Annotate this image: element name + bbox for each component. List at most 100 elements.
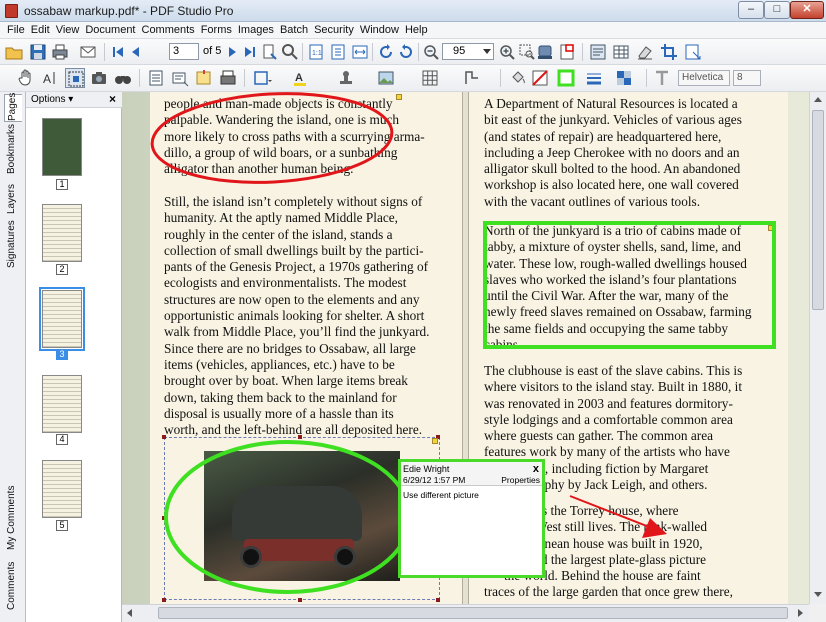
scroll-thumb[interactable]	[158, 607, 788, 619]
menu-images[interactable]: Images	[235, 22, 277, 39]
menu-document[interactable]: Document	[82, 22, 138, 39]
resize-handle[interactable]	[162, 516, 166, 520]
tab-my-comments[interactable]: My Comments	[4, 486, 22, 552]
menu-comments[interactable]: Comments	[139, 22, 198, 39]
no-fill-icon[interactable]	[530, 68, 550, 88]
print-icon[interactable]	[50, 42, 70, 62]
resize-handle[interactable]	[298, 435, 302, 439]
snapshot-icon[interactable]	[89, 68, 109, 88]
thumbnail-page-3[interactable]	[39, 287, 85, 351]
eraser-icon[interactable]	[635, 42, 655, 62]
crop-icon[interactable]	[659, 42, 679, 62]
junkyard-photo[interactable]	[204, 451, 400, 581]
line-width-icon[interactable]	[584, 68, 604, 88]
hand-tool-icon[interactable]	[16, 68, 36, 88]
resize-handle[interactable]	[298, 598, 302, 602]
resize-handle[interactable]	[436, 598, 440, 602]
stamp-icon[interactable]	[535, 42, 555, 62]
options-menu[interactable]: Options ▾	[31, 94, 73, 105]
fill-color-icon[interactable]	[508, 68, 528, 88]
resize-handle[interactable]	[162, 435, 166, 439]
maximize-button[interactable]: □	[764, 1, 790, 19]
resize-page-icon[interactable]	[683, 42, 703, 62]
border-color-icon[interactable]	[556, 68, 576, 88]
page-number-input[interactable]: 3	[169, 43, 199, 60]
save-icon[interactable]	[28, 42, 48, 62]
thumbnail-page-4[interactable]	[42, 375, 82, 433]
font-tool-icon[interactable]	[652, 68, 672, 88]
close-button[interactable]: ✕	[790, 1, 824, 19]
open-folder-icon[interactable]	[4, 42, 24, 62]
typewriter-icon[interactable]	[218, 68, 238, 88]
select-tool-icon[interactable]	[65, 68, 85, 88]
rotate-left-icon[interactable]	[376, 42, 396, 62]
thumbnail-page-5[interactable]	[42, 460, 82, 518]
note-marker-icon[interactable]	[432, 438, 438, 444]
next-page-icon[interactable]	[222, 42, 242, 62]
thumbnail-page-2[interactable]	[42, 204, 82, 262]
find-icon[interactable]	[280, 42, 300, 62]
redact-icon[interactable]	[557, 42, 577, 62]
fit-width-icon[interactable]	[350, 42, 370, 62]
email-icon[interactable]	[78, 42, 98, 62]
comment-text[interactable]: Use different picture	[403, 490, 479, 500]
table-icon[interactable]	[611, 42, 631, 62]
scroll-up-icon[interactable]	[814, 97, 822, 102]
scroll-right-icon[interactable]	[798, 609, 803, 617]
pattern-icon[interactable]	[614, 68, 634, 88]
tab-comments[interactable]: Comments	[4, 562, 22, 612]
actual-size-icon[interactable]: 1:1	[306, 42, 326, 62]
scroll-down-icon[interactable]	[814, 592, 822, 597]
zoom-select[interactable]: 95	[442, 43, 494, 60]
menu-edit[interactable]: Edit	[28, 22, 53, 39]
binoculars-icon[interactable]	[113, 68, 133, 88]
font-size-select[interactable]: 8	[733, 70, 761, 86]
minimize-button[interactable]: –	[738, 1, 764, 19]
properties-link[interactable]: Properties	[501, 475, 540, 485]
comment-popup[interactable]: Edie Wright 6/29/12 1:57 PM x Properties…	[398, 459, 545, 578]
note-list-icon[interactable]	[146, 68, 166, 88]
tab-layers[interactable]: Layers	[4, 184, 22, 216]
tab-pages[interactable]: Pages	[4, 93, 22, 122]
zoom-out-icon[interactable]	[421, 42, 441, 62]
document-properties-icon[interactable]	[588, 42, 608, 62]
menu-forms[interactable]: Forms	[198, 22, 235, 39]
menu-help[interactable]: Help	[402, 22, 431, 39]
stamp-tool-icon[interactable]	[336, 68, 356, 88]
last-page-icon[interactable]	[240, 42, 260, 62]
first-page-icon[interactable]	[108, 42, 128, 62]
horizontal-scrollbar[interactable]	[122, 604, 809, 622]
menu-window[interactable]: Window	[357, 22, 402, 39]
vertical-scrollbar[interactable]	[809, 92, 826, 604]
note-marker-icon[interactable]	[768, 225, 774, 231]
grid-icon[interactable]	[420, 68, 440, 88]
zoom-in-icon[interactable]	[497, 42, 517, 62]
note-marker-icon[interactable]	[396, 94, 402, 100]
sticky-note-icon[interactable]	[194, 68, 214, 88]
menu-batch[interactable]: Batch	[277, 22, 311, 39]
polyline-icon[interactable]	[462, 68, 482, 88]
font-name-select[interactable]: Helvetica	[678, 70, 730, 86]
marquee-zoom-icon[interactable]	[517, 42, 537, 62]
go-to-page-icon[interactable]	[260, 42, 280, 62]
rotate-right-icon[interactable]	[396, 42, 416, 62]
resize-handle[interactable]	[162, 598, 166, 602]
scroll-left-icon[interactable]	[127, 609, 132, 617]
menu-security[interactable]: Security	[311, 22, 357, 39]
tab-signatures[interactable]: Signatures	[4, 220, 22, 270]
document-view[interactable]: people and man-made objects is constantl…	[122, 92, 826, 604]
image-tool-icon[interactable]	[376, 68, 396, 88]
text-box-icon[interactable]	[170, 68, 190, 88]
menu-view[interactable]: View	[53, 22, 83, 39]
close-icon[interactable]: x	[533, 463, 539, 475]
close-panel-icon[interactable]: ×	[109, 92, 116, 106]
menu-file[interactable]: File	[4, 22, 28, 39]
tab-bookmarks[interactable]: Bookmarks	[4, 124, 22, 178]
rectangle-tool-icon[interactable]	[252, 68, 272, 88]
previous-page-icon[interactable]	[126, 42, 146, 62]
text-select-icon[interactable]: A	[40, 68, 60, 88]
text-color-icon[interactable]: A	[292, 68, 312, 88]
scroll-thumb[interactable]	[812, 110, 824, 310]
fit-page-icon[interactable]	[328, 42, 348, 62]
thumbnail-page-1[interactable]	[42, 118, 82, 176]
